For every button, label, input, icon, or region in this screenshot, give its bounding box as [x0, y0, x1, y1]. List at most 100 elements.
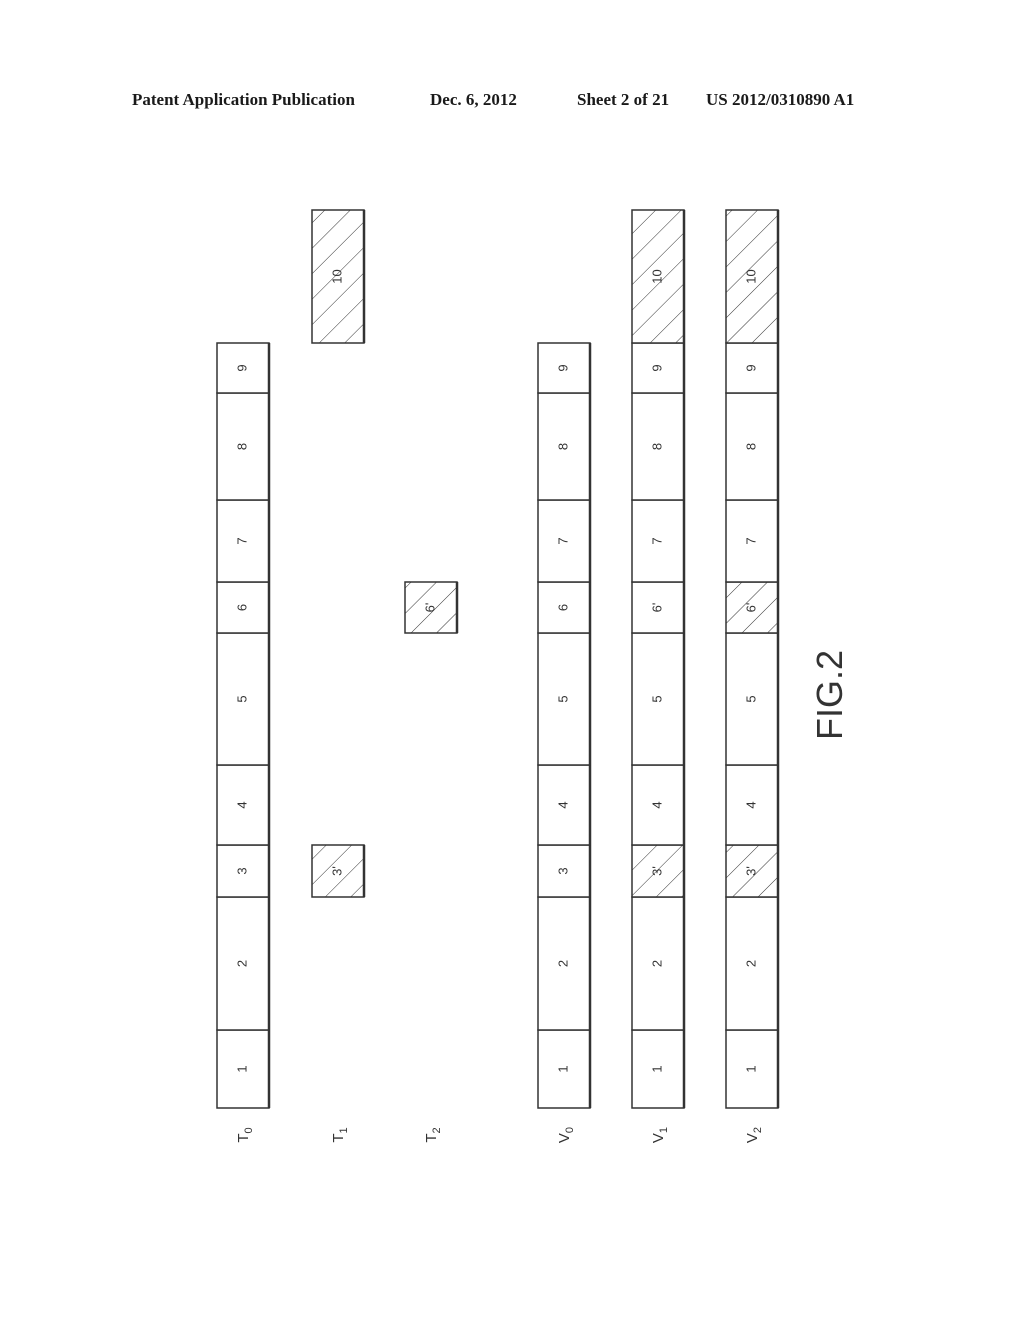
row-label-sub: 0 [564, 1127, 576, 1133]
segment-label: 7 [555, 537, 570, 544]
segment-V0-6: 6 [537, 581, 592, 634]
segment-V0-2: 2 [537, 896, 592, 1031]
segment-V2-1: 1 [725, 1029, 780, 1109]
segment-T1-10: 10 [311, 209, 366, 344]
row-label-main: T [423, 1133, 440, 1142]
row-label-main: T [330, 1133, 347, 1142]
segment-label: 8 [234, 443, 249, 450]
segment-label: 2 [649, 960, 664, 967]
segment-V1-5: 5 [631, 632, 686, 766]
segment-label: 10 [743, 269, 758, 283]
segment-V1-9: 9 [631, 342, 686, 394]
segment-label: 5 [743, 695, 758, 702]
segment-label: 7 [743, 537, 758, 544]
figure-diagram: 123456789T03'10T16'T2123456789V0123'456'… [216, 209, 850, 1143]
segment-label: 6 [555, 604, 570, 611]
segment-label: 5 [649, 695, 664, 702]
segment-label: 8 [743, 443, 758, 450]
segment-V1-8: 8 [631, 392, 686, 501]
segment-label: 2 [743, 960, 758, 967]
segment-V2-7: 7 [725, 499, 780, 583]
row-label-sub: 2 [752, 1127, 764, 1133]
segment-label: 6 [234, 604, 249, 611]
row-label-main: V [744, 1133, 761, 1143]
segment-V1-4: 4 [631, 764, 686, 846]
segment-V0-4: 4 [537, 764, 592, 846]
segment-V2-6p: 6' [725, 581, 780, 634]
segment-label: 6' [422, 603, 437, 613]
row-label-sub: 0 [243, 1127, 255, 1133]
row-label: T2 [423, 1127, 443, 1142]
segment-label: 3' [329, 866, 344, 876]
segment-T0-9: 9 [216, 342, 271, 394]
segment-V1-2: 2 [631, 896, 686, 1031]
segment-label: 5 [555, 695, 570, 702]
row-V1: 123'456'78910V1 [631, 209, 686, 1143]
segment-label: 2 [555, 960, 570, 967]
segment-V0-3: 3 [537, 844, 592, 898]
segment-V0-9: 9 [537, 342, 592, 394]
segment-T0-4: 4 [216, 764, 271, 846]
segment-label: 9 [555, 364, 570, 371]
segment-label: 1 [234, 1065, 249, 1072]
segment-V1-1: 1 [631, 1029, 686, 1109]
row-label-main: T [235, 1133, 252, 1142]
segment-T0-2: 2 [216, 896, 271, 1031]
row-label: T1 [330, 1127, 350, 1142]
segment-V2-9: 9 [725, 342, 780, 394]
segment-label: 2 [234, 960, 249, 967]
row-V2: 123'456'78910V2 [725, 209, 780, 1143]
segment-label: 10 [329, 269, 344, 283]
segment-V1-6p: 6' [631, 581, 686, 634]
segment-label: 3' [649, 866, 664, 876]
segment-label: 9 [743, 364, 758, 371]
segment-V0-7: 7 [537, 499, 592, 583]
segment-T0-6: 6 [216, 581, 271, 634]
segment-V2-10: 10 [725, 209, 780, 344]
segment-label: 10 [649, 269, 664, 283]
segment-V0-1: 1 [537, 1029, 592, 1109]
segment-label: 9 [649, 364, 664, 371]
segment-V2-4: 4 [725, 764, 780, 846]
segment-label: 8 [649, 443, 664, 450]
row-label-main: V [556, 1133, 573, 1143]
segment-label: 6' [649, 603, 664, 613]
segment-T0-3: 3 [216, 844, 271, 898]
segment-label: 4 [743, 801, 758, 808]
segment-label: 3 [555, 867, 570, 874]
segment-label: 1 [555, 1065, 570, 1072]
row-label: T0 [235, 1127, 255, 1142]
segment-label: 3 [234, 867, 249, 874]
row-T1: 3' 10 T1 [311, 209, 366, 1143]
segment-T0-1: 1 [216, 1029, 271, 1109]
segment-label: 1 [649, 1065, 664, 1072]
segment-V1-7: 7 [631, 499, 686, 583]
row-label: V2 [744, 1127, 764, 1143]
segment-label: 4 [649, 801, 664, 808]
segment-label: 1 [743, 1065, 758, 1072]
row-label-sub: 1 [658, 1127, 670, 1133]
segment-label: 4 [234, 801, 249, 808]
row-label-sub: 2 [431, 1127, 443, 1133]
segment-T1-3p: 3' [311, 844, 366, 898]
row-V0: 1 2 3 4 5 6 7 8 9 V0 [537, 342, 592, 1143]
segment-T2-6p: 6' [404, 581, 459, 634]
segment-label: 3' [743, 866, 758, 876]
segment-label: 5 [234, 695, 249, 702]
segment-V2-3p: 3' [725, 844, 780, 898]
segment-V0-8: 8 [537, 392, 592, 501]
row-T0: 1 2 3 4 5 6 7 8 9 T0 [216, 342, 271, 1143]
row-label-main: V [650, 1133, 667, 1143]
segment-V1-3p: 3' [631, 844, 686, 898]
row-label: V1 [650, 1127, 670, 1143]
segment-T0-7: 7 [216, 499, 271, 583]
segment-label: 6' [743, 603, 758, 613]
segment-T0-5: 5 [216, 632, 271, 766]
segment-label: 7 [649, 537, 664, 544]
segment-label: 7 [234, 537, 249, 544]
segment-V1-10: 10 [631, 209, 686, 344]
row-label: V0 [556, 1127, 576, 1143]
segment-label: 4 [555, 801, 570, 808]
figure-label: FIG.2 [809, 650, 850, 740]
segment-label: 8 [555, 443, 570, 450]
